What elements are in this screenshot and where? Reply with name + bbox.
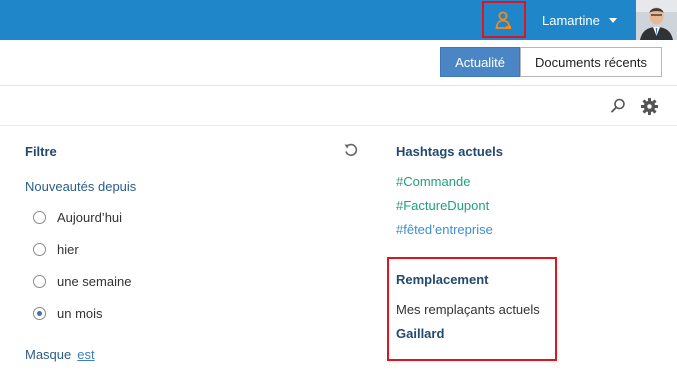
- deputy-button[interactable]: [482, 1, 526, 38]
- replacement-title: Remplacement: [396, 272, 489, 287]
- hashtags-title: Hashtags actuels: [396, 144, 503, 159]
- refresh-icon[interactable]: [343, 142, 359, 158]
- hashtag-link[interactable]: #Commande: [396, 174, 470, 189]
- top-bar: Lamartine: [0, 0, 677, 40]
- gear-icon[interactable]: [639, 96, 659, 116]
- user-menu[interactable]: Lamartine: [542, 0, 617, 40]
- radio-button-checked[interactable]: [33, 306, 46, 320]
- user-name: Lamartine: [542, 12, 600, 28]
- filter-title: Filtre: [25, 144, 57, 159]
- radio-label: une semaine: [57, 273, 132, 289]
- replacement-name[interactable]: Gaillard: [396, 326, 444, 341]
- radio-label: Aujourd’hui: [57, 209, 123, 225]
- chevron-down-icon: [608, 17, 617, 23]
- tool-row: [0, 86, 677, 126]
- since-label: Nouveautés depuis: [25, 179, 137, 194]
- radio-un-mois[interactable]: un mois: [33, 304, 103, 322]
- tab-row: Actualité Documents récents: [0, 40, 677, 86]
- radio-aujourdhui[interactable]: Aujourd’hui: [33, 208, 122, 226]
- search-icon[interactable]: [608, 96, 628, 116]
- radio-label: hier: [57, 241, 79, 257]
- radio-une-semaine[interactable]: une semaine: [33, 272, 131, 290]
- radio-hier[interactable]: hier: [33, 240, 79, 258]
- tab-actualite[interactable]: Actualité: [440, 47, 520, 77]
- mask-row: Masque est: [25, 347, 95, 362]
- replacement-label: Mes remplaçants actuels: [396, 302, 540, 317]
- avatar[interactable]: [636, 0, 677, 40]
- mask-link[interactable]: est: [77, 347, 94, 362]
- tab-documents-recents[interactable]: Documents récents: [520, 47, 662, 77]
- mask-label: Masque: [25, 347, 72, 362]
- radio-label: un mois: [57, 305, 103, 321]
- avatar-image: [636, 0, 677, 40]
- hashtag-link[interactable]: #FactureDupont: [396, 198, 489, 213]
- radio-button[interactable]: [33, 242, 46, 256]
- deputy-user-icon: [495, 11, 511, 29]
- radio-button[interactable]: [33, 274, 46, 288]
- radio-button[interactable]: [33, 210, 46, 224]
- hashtag-link[interactable]: #fêted’entreprise: [396, 222, 493, 237]
